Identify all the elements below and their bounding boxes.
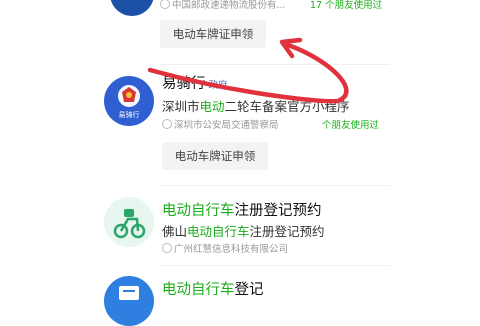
top-card-license-apply-button[interactable]: 电动车牌证申领 (160, 20, 266, 48)
foshan-publisher: 广州红慧信息科技有限公司 (162, 241, 288, 255)
foshan-title[interactable]: 电动自行车注册登记预约 (162, 199, 322, 220)
divider (160, 185, 390, 186)
yiqixing-avatar[interactable]: 易骑行 (104, 76, 154, 126)
yiqixing-description: 深圳市电动二轮车备案官方小程序 (162, 99, 350, 114)
bottom-card-avatar[interactable] (104, 276, 154, 326)
verified-icon (162, 243, 172, 253)
e-bike-icon (113, 209, 146, 239)
bike-registration-icon (119, 286, 139, 300)
search-results-page: 中国邮政速递物流股份有... 17 个朋友使用过 电动车牌证申领 易骑行 易骑行… (0, 0, 480, 326)
gov-tag: 政府 (208, 80, 228, 91)
yiqixing-title[interactable]: 易骑行 政府 (162, 72, 228, 93)
verified-icon (162, 119, 172, 129)
top-card-friends-used: 17 个朋友使用过 (310, 0, 383, 11)
top-card-avatar[interactable] (110, 0, 154, 16)
yiqixing-license-apply-button[interactable]: 电动车牌证申领 (162, 142, 268, 170)
divider (160, 265, 390, 266)
verified-icon (160, 0, 170, 9)
top-card-meta: 中国邮政速递物流股份有... (160, 0, 286, 11)
bottom-card-title[interactable]: 电动自行车登记 (162, 278, 264, 299)
yiqixing-friends-used: 个朋友使用过 (322, 120, 380, 131)
yiqixing-avatar-text: 易骑行 (118, 111, 140, 119)
foshan-avatar[interactable] (104, 197, 154, 247)
yiqixing-publisher: 深圳市公安局交通警察局 (162, 117, 279, 131)
foshan-description: 佛山电动自行车注册登记预约 (162, 224, 325, 239)
divider (160, 64, 390, 65)
